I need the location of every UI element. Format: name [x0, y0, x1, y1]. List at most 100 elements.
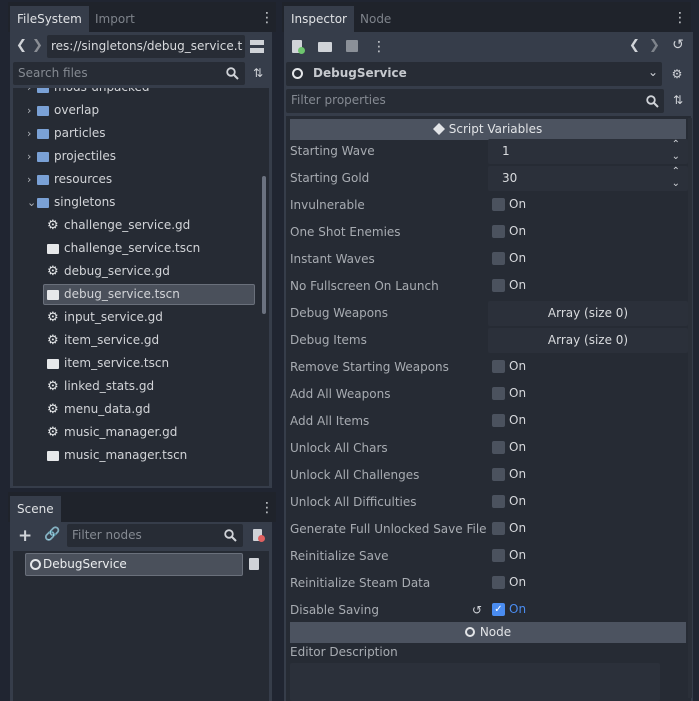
- scene-root-node[interactable]: DebugService: [25, 553, 243, 576]
- checkbox-field[interactable]: On: [488, 435, 688, 462]
- file-tree-item[interactable]: › overlap: [13, 99, 255, 122]
- history-forward-icon[interactable]: ❯: [649, 38, 660, 53]
- inspector-menu-icon[interactable]: ⋮: [673, 10, 687, 26]
- spin-arrows-icon[interactable]: ⌃ ⌄: [672, 138, 680, 163]
- file-tree-item[interactable]: debug_service.tscn: [13, 283, 255, 306]
- file-tree-item[interactable]: music_manager.tscn: [13, 444, 255, 467]
- script-attached-icon[interactable]: [249, 558, 259, 570]
- checkbox-field[interactable]: On: [488, 462, 688, 489]
- array-editor-button[interactable]: Array (size 0): [488, 328, 688, 353]
- node-section-header[interactable]: Node: [290, 622, 686, 643]
- file-tree-item[interactable]: ⚙ item_service.gd: [13, 329, 255, 352]
- checkbox-icon[interactable]: [492, 549, 505, 562]
- checkbox-icon[interactable]: [492, 495, 505, 508]
- editor-description-field[interactable]: [290, 663, 660, 701]
- property-label: Starting Wave: [290, 144, 375, 158]
- checkbox-field[interactable]: On: [488, 219, 688, 246]
- chevron-right-icon[interactable]: ›: [27, 145, 31, 168]
- object-selector[interactable]: DebugService ⌄: [286, 62, 662, 86]
- spin-arrows-icon[interactable]: ⌃ ⌄: [672, 165, 680, 190]
- tab-filesystem[interactable]: FileSystem: [10, 6, 89, 32]
- checkbox-icon[interactable]: [492, 576, 505, 589]
- file-tree-item[interactable]: item_service.tscn: [13, 352, 255, 375]
- checkbox-icon[interactable]: [492, 441, 505, 454]
- add-node-icon[interactable]: +: [18, 526, 32, 546]
- file-tree-item[interactable]: ⌄ singletons: [13, 191, 255, 214]
- chevron-right-icon[interactable]: ›: [27, 122, 31, 145]
- checkbox-icon[interactable]: [492, 225, 505, 238]
- save-icon[interactable]: [346, 40, 358, 52]
- tab-inspector[interactable]: Inspector: [284, 6, 354, 32]
- file-tree-item[interactable]: ⚙ input_service.gd: [13, 306, 255, 329]
- node-circle-icon: [464, 626, 475, 637]
- property-label: Starting Gold: [290, 171, 370, 185]
- back-icon[interactable]: ❮: [16, 38, 27, 53]
- array-editor-button[interactable]: Array (size 0): [488, 301, 688, 326]
- checkbox-icon[interactable]: [492, 522, 505, 535]
- scene-menu-icon[interactable]: ⋮: [260, 500, 274, 516]
- file-tree-item[interactable]: ⚙ challenge_service.gd: [13, 214, 255, 237]
- checkbox-icon[interactable]: [492, 252, 505, 265]
- property-row: Debug Weapons Array (size 0): [287, 300, 688, 327]
- file-tree-item[interactable]: ⚙ music_manager.gd: [13, 421, 255, 444]
- script-variables-header[interactable]: Script Variables: [290, 119, 686, 140]
- checkbox-icon[interactable]: [492, 198, 505, 211]
- checkbox-field[interactable]: On: [488, 381, 688, 408]
- checkbox-field[interactable]: On: [488, 246, 688, 273]
- file-tree-item[interactable]: challenge_service.tscn: [13, 237, 255, 260]
- tab-scene[interactable]: Scene: [10, 496, 61, 522]
- sort-icon[interactable]: ⇅: [251, 66, 265, 80]
- spinbox-input[interactable]: 30 ⌃ ⌄: [488, 166, 688, 191]
- file-tree-item[interactable]: ⚙ menu_data.gd: [13, 398, 255, 421]
- chevron-right-icon[interactable]: ›: [27, 88, 31, 99]
- checkbox-icon[interactable]: [492, 414, 505, 427]
- file-tree-item[interactable]: › particles: [13, 122, 255, 145]
- tab-node[interactable]: Node: [353, 6, 398, 32]
- open-folder-icon[interactable]: [318, 42, 332, 52]
- path-field[interactable]: res://singletons/debug_service.ts: [47, 35, 245, 58]
- file-tree-item[interactable]: ⚙ debug_service.gd: [13, 260, 255, 283]
- chevron-right-icon[interactable]: ›: [27, 99, 31, 122]
- history-back-icon[interactable]: ❮: [629, 38, 640, 53]
- checkbox-field[interactable]: On: [488, 570, 688, 597]
- chevron-down-icon[interactable]: ⌄: [27, 191, 36, 214]
- revert-icon[interactable]: ↺: [472, 597, 482, 624]
- tab-import[interactable]: Import: [88, 6, 142, 32]
- link-icon[interactable]: 🔗: [44, 527, 60, 542]
- checkbox-field[interactable]: On: [488, 543, 688, 570]
- file-tree-item[interactable]: › mods-unpacked: [13, 88, 255, 99]
- spinbox-input[interactable]: 1 ⌃ ⌄: [488, 139, 688, 164]
- property-sort-icon[interactable]: ⇅: [671, 93, 685, 107]
- new-resource-icon[interactable]: [292, 40, 305, 54]
- checkbox-icon[interactable]: [492, 468, 505, 481]
- checkbox-field[interactable]: On: [488, 516, 688, 543]
- checkbox-field[interactable]: On: [488, 354, 688, 381]
- checkbox-icon[interactable]: [492, 387, 505, 400]
- checkbox-field[interactable]: On: [488, 408, 688, 435]
- checkbox-field[interactable]: On: [488, 273, 688, 300]
- checkbox-checked-icon[interactable]: ✓: [492, 603, 505, 616]
- history-icon[interactable]: ↺: [671, 37, 685, 53]
- toolbar-more-icon[interactable]: ⋮: [372, 39, 386, 55]
- file-tree-item-label: resources: [54, 172, 113, 186]
- filter-nodes-input[interactable]: Filter nodes: [67, 524, 243, 547]
- checkbox-icon[interactable]: [492, 279, 505, 292]
- checkbox-field[interactable]: On: [488, 192, 688, 219]
- split-view-icon[interactable]: [250, 40, 264, 54]
- inspector-scrollbar[interactable]: [688, 118, 692, 698]
- script-tree-icon[interactable]: [251, 528, 265, 542]
- file-tree-item[interactable]: › resources: [13, 168, 255, 191]
- file-tree-item[interactable]: › projectiles: [13, 145, 255, 168]
- chevron-right-icon[interactable]: ›: [27, 168, 31, 191]
- checkbox-icon[interactable]: [492, 360, 505, 373]
- cube-icon: [432, 122, 445, 135]
- filesystem-menu-icon[interactable]: ⋮: [260, 10, 274, 26]
- checkbox-field[interactable]: On: [488, 489, 688, 516]
- checkbox-field[interactable]: ✓ On: [488, 597, 688, 624]
- tree-scrollbar[interactable]: [262, 176, 266, 314]
- search-files-input[interactable]: Search files: [13, 62, 245, 85]
- object-properties-icon[interactable]: ⚙: [670, 67, 684, 81]
- filter-properties-input[interactable]: Filter properties: [286, 89, 664, 113]
- forward-icon[interactable]: ❯: [32, 38, 43, 53]
- file-tree-item[interactable]: ⚙ linked_stats.gd: [13, 375, 255, 398]
